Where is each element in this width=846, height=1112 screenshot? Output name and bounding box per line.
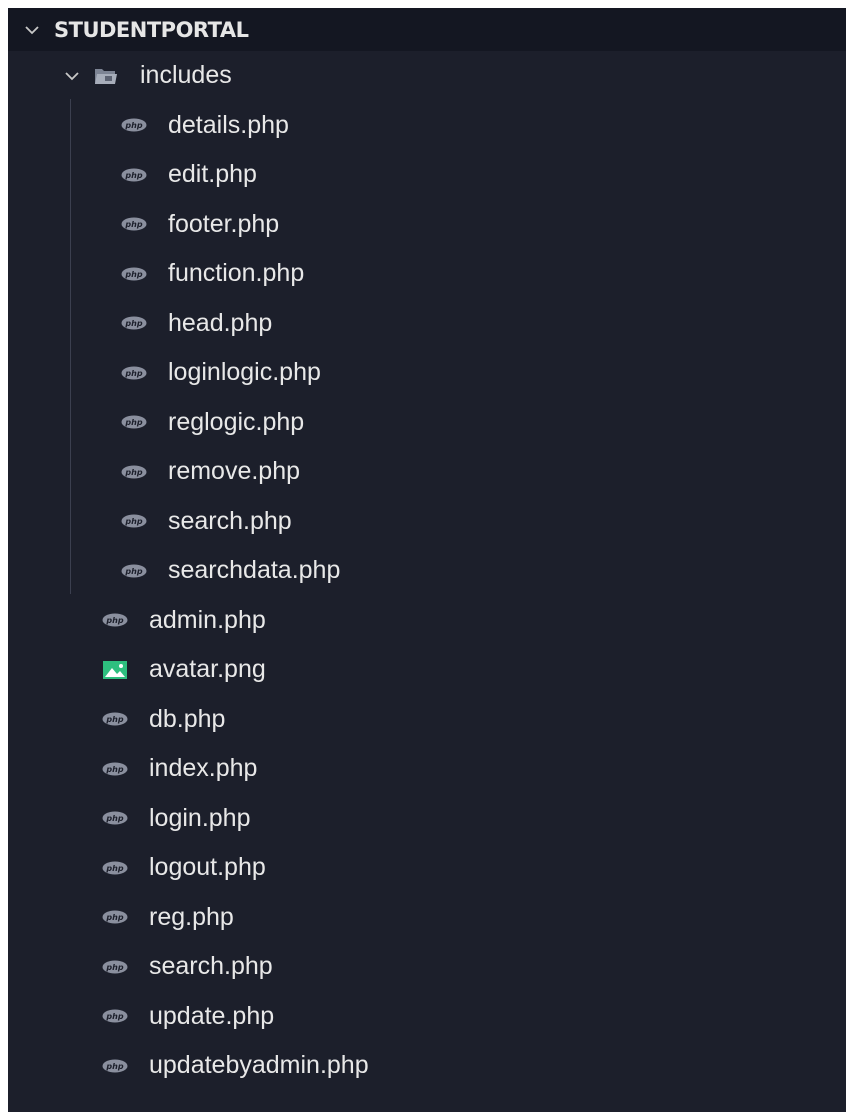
svg-text:php: php (124, 270, 142, 279)
file-name: search.php (168, 506, 292, 535)
file-name: remove.php (168, 457, 301, 486)
php-icon: php (102, 613, 128, 627)
file-name: avatar.png (149, 655, 266, 684)
file-name: searchdata.php (168, 556, 341, 585)
svg-text:php: php (124, 517, 142, 526)
php-icon: php (121, 514, 147, 528)
folder-name: includes (140, 61, 232, 90)
file-tree: includes php details.php php edit.php php foo… (8, 51, 846, 1091)
php-icon: php (121, 118, 147, 132)
file-name: loginlogic.php (168, 358, 321, 387)
svg-text:php: php (124, 121, 142, 130)
folder-file-item[interactable]: php reglogic.php (8, 398, 846, 448)
file-name: logout.php (149, 853, 266, 882)
file-item[interactable]: php logout.php (8, 843, 846, 893)
file-name: update.php (149, 1001, 275, 1030)
file-item[interactable]: php updatebyadmin.php (8, 1041, 846, 1091)
folder-includes[interactable]: includes (8, 51, 846, 101)
file-name: function.php (168, 259, 305, 288)
folder-file-item[interactable]: php footer.php (8, 200, 846, 250)
folder-file-item[interactable]: php head.php (8, 299, 846, 349)
svg-text:php: php (105, 1062, 123, 1071)
folder-file-item[interactable]: php edit.php (8, 150, 846, 200)
file-item[interactable]: php search.php (8, 942, 846, 992)
file-item[interactable]: php update.php (8, 992, 846, 1042)
php-icon: php (121, 267, 147, 281)
file-item[interactable]: php admin.php (8, 596, 846, 646)
file-explorer: STUDENTPORTAL includes php details.php php… (8, 8, 846, 1112)
php-icon: php (102, 762, 128, 776)
root-files: php admin.php avatar.png php db.php php index.… (8, 596, 846, 1091)
svg-text:php: php (124, 418, 142, 427)
chevron-down-icon (65, 72, 79, 81)
svg-text:php: php (124, 319, 142, 328)
svg-text:php: php (124, 171, 142, 180)
php-icon: php (102, 910, 128, 924)
file-item[interactable]: php index.php (8, 744, 846, 794)
svg-text:php: php (105, 963, 123, 972)
file-name: edit.php (168, 160, 257, 189)
file-item[interactable]: php db.php (8, 695, 846, 745)
chevron-down-icon (25, 25, 39, 34)
php-icon: php (121, 366, 147, 380)
file-item[interactable]: avatar.png (8, 645, 846, 695)
php-icon: php (121, 465, 147, 479)
folder-file-item[interactable]: php remove.php (8, 447, 846, 497)
file-name: admin.php (149, 605, 266, 634)
svg-text:php: php (105, 864, 123, 873)
file-item[interactable]: php reg.php (8, 893, 846, 943)
file-name: head.php (168, 308, 273, 337)
file-name: reglogic.php (168, 407, 305, 436)
svg-text:php: php (105, 913, 123, 922)
svg-text:php: php (124, 468, 142, 477)
svg-text:php: php (105, 765, 123, 774)
root-folder-title: STUDENTPORTAL (54, 17, 249, 42)
folder-file-item[interactable]: php loginlogic.php (8, 348, 846, 398)
folder-file-item[interactable]: php function.php (8, 249, 846, 299)
svg-text:php: php (124, 220, 142, 229)
php-icon: php (102, 960, 128, 974)
svg-text:php: php (124, 567, 142, 576)
php-icon: php (102, 712, 128, 726)
file-name: updatebyadmin.php (149, 1051, 369, 1080)
file-name: search.php (149, 952, 273, 981)
file-name: reg.php (149, 902, 234, 931)
svg-text:php: php (124, 369, 142, 378)
php-icon: php (121, 415, 147, 429)
file-name: details.php (168, 110, 289, 139)
folder-file-item[interactable]: php searchdata.php (8, 546, 846, 596)
explorer-root-header[interactable]: STUDENTPORTAL (8, 8, 846, 51)
folder-file-item[interactable]: php details.php (8, 101, 846, 151)
php-icon: php (102, 1059, 128, 1073)
php-icon: php (121, 168, 147, 182)
file-name: db.php (149, 704, 226, 733)
php-icon: php (121, 564, 147, 578)
php-icon: php (121, 217, 147, 231)
image-icon (103, 660, 127, 679)
php-icon: php (102, 1009, 128, 1023)
file-name: login.php (149, 803, 251, 832)
php-icon: php (102, 861, 128, 875)
php-icon: php (121, 316, 147, 330)
folder-open-icon (95, 68, 117, 84)
svg-text:php: php (105, 814, 123, 823)
folder-file-item[interactable]: php search.php (8, 497, 846, 547)
folder-children: php details.php php edit.php php footer.php ph… (8, 101, 846, 596)
php-icon: php (102, 811, 128, 825)
file-item[interactable]: php login.php (8, 794, 846, 844)
svg-text:php: php (105, 1012, 123, 1021)
file-name: footer.php (168, 209, 280, 238)
file-name: index.php (149, 754, 258, 783)
svg-text:php: php (105, 715, 123, 724)
svg-text:php: php (105, 616, 123, 625)
